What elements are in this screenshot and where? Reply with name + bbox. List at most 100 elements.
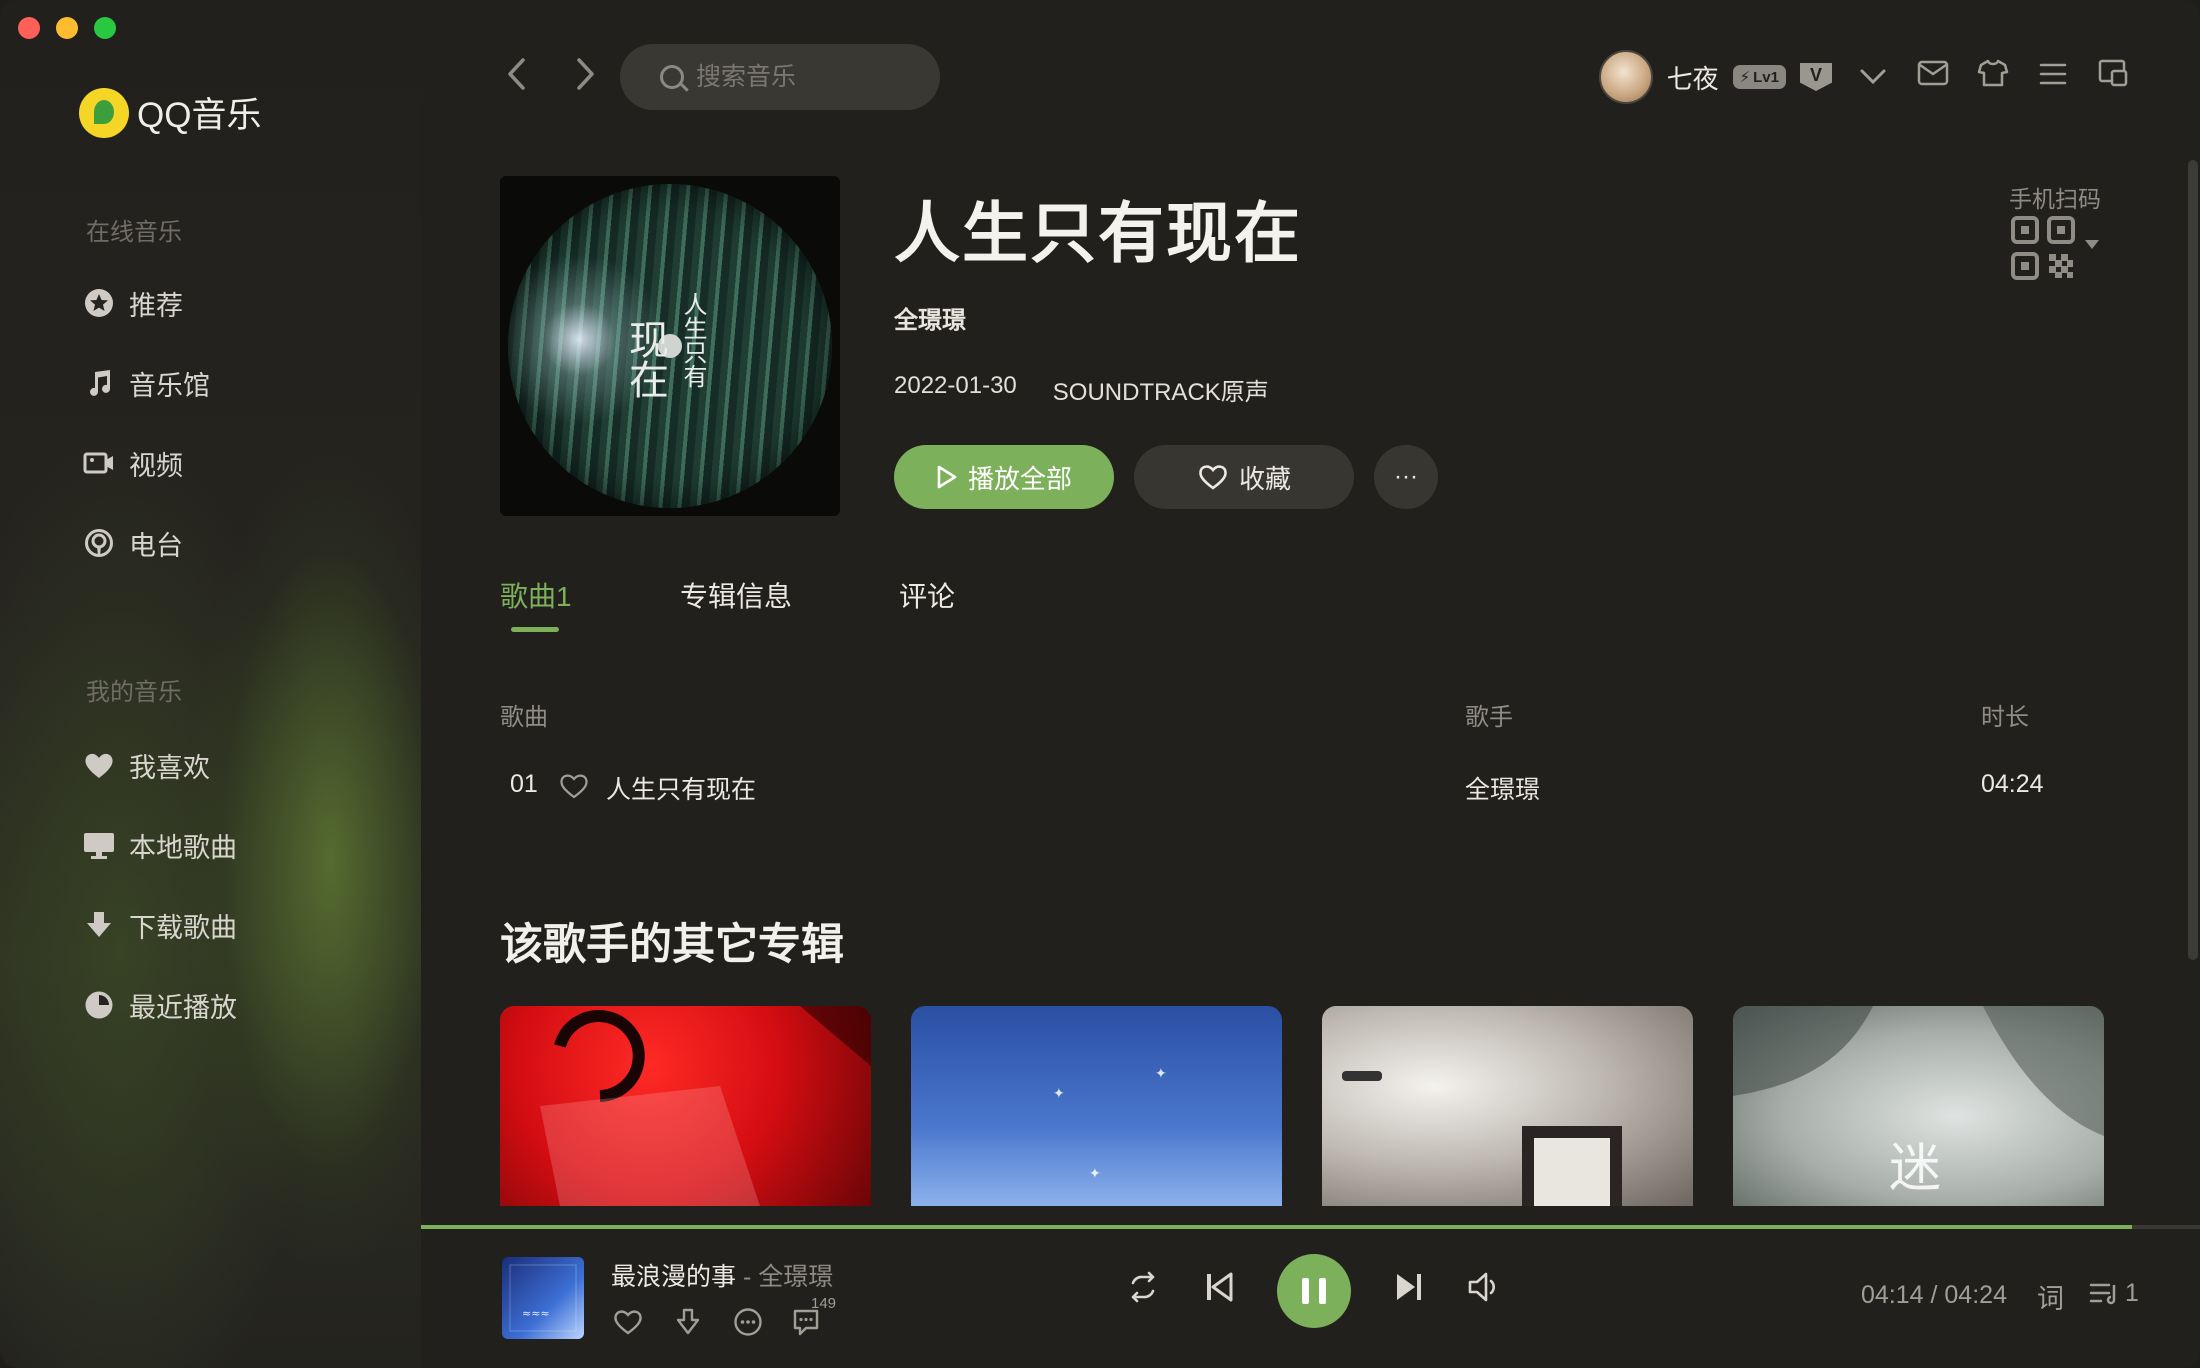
playlist-icon (2089, 1283, 2116, 1304)
repeat-mode-icon[interactable] (1125, 1271, 1161, 1312)
track-artist[interactable]: 全璟璟 (1465, 770, 1540, 806)
playback-time: 04:14 / 04:24 (1861, 1281, 2007, 1309)
tab-songs[interactable]: 歌曲1 (500, 575, 572, 615)
column-header-song[interactable]: 歌曲 (500, 697, 548, 732)
scrollbar[interactable] (2188, 160, 2198, 960)
download-arrow-icon (83, 909, 115, 941)
sidebar-item-local-songs[interactable]: 本地歌曲 (83, 820, 237, 870)
pause-button[interactable] (1277, 1254, 1351, 1328)
sidebar-item-label: 电台 (129, 530, 183, 561)
search-bar[interactable] (620, 44, 940, 110)
mail-icon[interactable] (1914, 60, 1952, 94)
column-header-artist[interactable]: 歌手 (1465, 697, 1513, 732)
album-artist-link[interactable]: 全璟璟 (894, 300, 966, 335)
album-card[interactable] (500, 1006, 871, 1206)
zoom-window-button[interactable] (94, 17, 116, 39)
qr-dropdown-caret-icon[interactable] (2085, 240, 2099, 249)
more-circle-icon[interactable] (731, 1307, 765, 1345)
track-index: 01 (510, 770, 538, 798)
header-user-area: 七夜 ⚡ Lv1 V (1598, 46, 2132, 108)
lyrics-button[interactable]: 词 (2037, 1277, 2064, 1316)
album-disc-art: 现在 人生只有 (508, 184, 832, 508)
qr-code-icon[interactable] (2011, 216, 2075, 280)
search-input[interactable] (696, 62, 916, 92)
monitor-icon (83, 829, 115, 861)
play-all-label: 播放全部 (967, 463, 1072, 494)
sidebar-item-video[interactable]: 视频 (83, 438, 183, 488)
favorite-label: 收藏 (1238, 463, 1291, 494)
avatar[interactable] (1598, 50, 1653, 104)
now-playing-song[interactable]: 最浪漫的事 (611, 1263, 736, 1291)
album-card-art (540, 1006, 871, 1206)
table-row[interactable]: 01 人生只有现在 全璟璟 04:24 (500, 760, 2080, 814)
next-track-icon[interactable] (1391, 1271, 1427, 1312)
album-card[interactable] (1322, 1006, 1693, 1206)
total-time: 04:24 (1944, 1281, 2007, 1309)
qq-music-logo-icon (79, 87, 129, 138)
sidebar-item-radio[interactable]: 电台 (83, 518, 183, 568)
favorite-button[interactable]: 收藏 (1134, 445, 1354, 509)
album-genre: SOUNDTRACK原声 (1052, 379, 1269, 406)
comment-icon[interactable]: 149 (791, 1295, 836, 1345)
sidebar-item-recommend[interactable]: 推荐 (83, 278, 183, 328)
album-card[interactable]: 迷 (1733, 1006, 2104, 1206)
sidebar-item-label: 下载歌曲 (129, 912, 237, 943)
mini-mode-icon[interactable] (2094, 59, 2132, 95)
sidebar: QQ音乐 在线音乐 推荐 音乐馆 视频 电台 我的音乐 我喜欢 本地歌曲 下载歌… (0, 0, 421, 1368)
music-note-icon (83, 367, 115, 399)
now-playing-artist[interactable]: 全璟璟 (758, 1263, 833, 1291)
play-all-button[interactable]: 播放全部 (894, 445, 1114, 509)
volume-icon[interactable] (1467, 1271, 1503, 1312)
sidebar-item-favorites[interactable]: 我喜欢 (83, 740, 210, 790)
playback-controls (1125, 1254, 1503, 1328)
album-card-text: 迷 (1889, 1139, 1942, 1199)
username[interactable]: 七夜 (1667, 59, 1719, 96)
heart-outline-icon[interactable] (558, 772, 590, 807)
sidebar-item-music-hall[interactable]: 音乐馆 (83, 358, 210, 408)
album-title: 人生只有现在 (894, 196, 1302, 270)
forward-arrow-icon[interactable] (573, 56, 597, 101)
sidebar-item-downloads[interactable]: 下载歌曲 (83, 900, 237, 950)
album-card[interactable]: ✦ ✦ ✦ (911, 1006, 1282, 1206)
chevron-down-icon[interactable] (1854, 60, 1892, 94)
play-queue-button[interactable]: 1 (2089, 1279, 2139, 1308)
sidebar-item-recent[interactable]: 最近播放 (83, 980, 237, 1030)
close-window-button[interactable] (18, 17, 40, 39)
track-title[interactable]: 人生只有现在 (606, 770, 756, 806)
play-outline-icon (937, 465, 957, 489)
skin-shirt-icon[interactable] (1974, 58, 2012, 96)
vip-badge[interactable]: V (1800, 63, 1832, 91)
clock-icon (83, 989, 115, 1021)
like-heart-icon[interactable] (611, 1308, 645, 1344)
album-cover[interactable]: 现在 人生只有 (500, 176, 840, 516)
tab-comments[interactable]: 评论 (899, 575, 955, 615)
sidebar-item-label: 推荐 (129, 290, 183, 321)
album-card-art (1342, 1071, 1622, 1206)
album-meta: 2022-01-30 SOUNDTRACK原声 (894, 372, 1269, 407)
back-arrow-icon[interactable] (505, 56, 529, 101)
download-icon[interactable] (671, 1307, 705, 1345)
level-badge[interactable]: ⚡ Lv1 (1732, 65, 1786, 89)
tab-album-info[interactable]: 专辑信息 (680, 575, 792, 615)
app-window: QQ音乐 在线音乐 推荐 音乐馆 视频 电台 我的音乐 我喜欢 本地歌曲 下载歌… (0, 0, 2200, 1368)
radio-icon (83, 527, 115, 559)
heart-outline-icon (1199, 465, 1227, 490)
minimize-window-button[interactable] (56, 17, 78, 39)
sidebar-item-label: 视频 (129, 450, 183, 481)
player-bar: ≈≈≈ 最浪漫的事 - 全璟璟 149 04:14 / 04:24 词 1 (421, 1229, 2200, 1368)
column-header-duration[interactable]: 时长 (1981, 697, 2029, 732)
now-playing-cover[interactable]: ≈≈≈ (502, 1257, 584, 1339)
menu-icon[interactable] (2034, 60, 2072, 94)
my-music-section-label: 我的音乐 (86, 679, 182, 706)
other-albums-title: 该歌手的其它专辑 (500, 921, 844, 969)
qr-scan-label: 手机扫码 (2009, 186, 2101, 212)
app-logo[interactable]: QQ音乐 (79, 87, 261, 138)
sidebar-item-label: 本地歌曲 (129, 832, 237, 863)
main-content: 七夜 ⚡Lv1 V 现在 人 (421, 0, 2200, 1368)
previous-track-icon[interactable] (1201, 1271, 1237, 1312)
release-date: 2022-01-30 (894, 372, 1017, 399)
app-name: QQ音乐 (137, 96, 262, 135)
now-playing-actions: 149 (611, 1295, 836, 1345)
more-options-button[interactable]: ··· (1374, 445, 1438, 509)
active-tab-indicator (511, 627, 559, 632)
